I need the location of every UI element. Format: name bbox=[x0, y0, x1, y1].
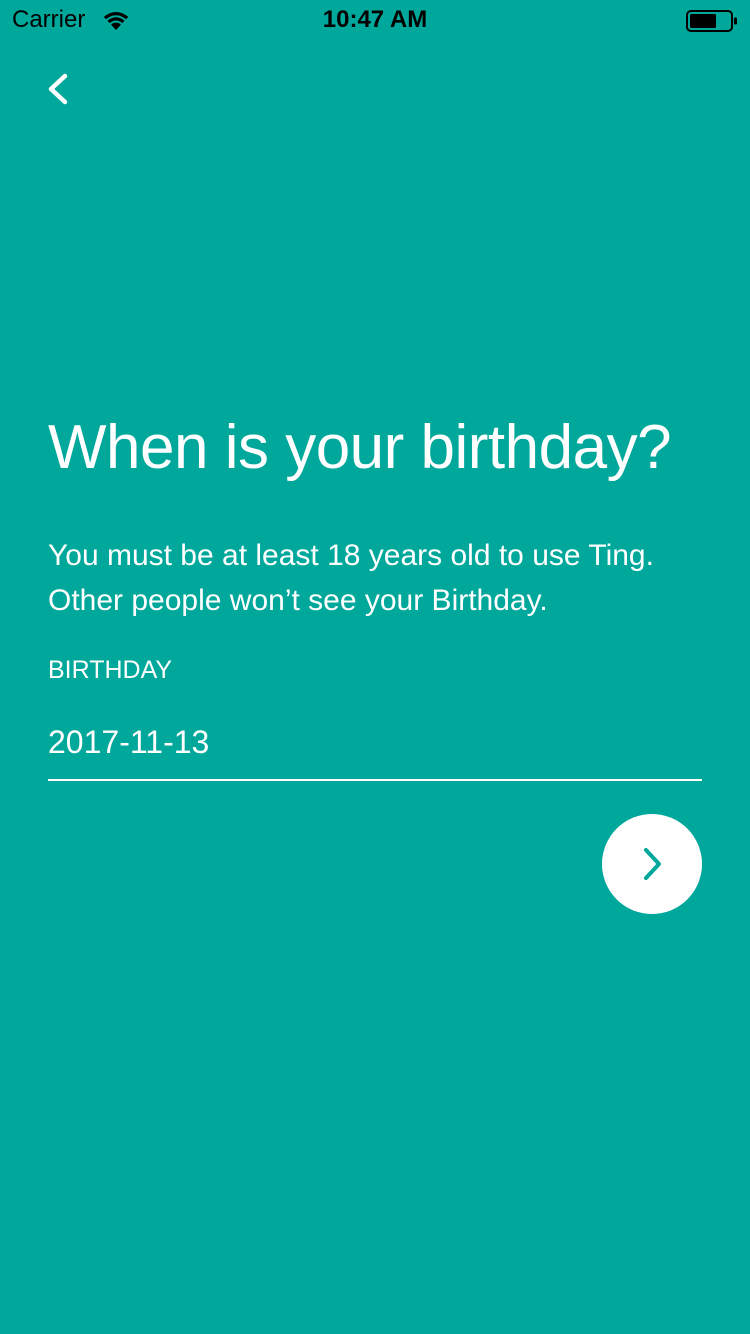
birthday-label: BIRTHDAY bbox=[48, 656, 173, 684]
chevron-right-icon bbox=[644, 848, 661, 880]
page-subtitle: You must be at least 18 years old to use… bbox=[48, 539, 654, 617]
birthday-field-underline bbox=[48, 779, 702, 781]
birthday-screen: Carrier 10:47 AM When is your birthday? … bbox=[0, 0, 750, 1334]
page-title: When is your birthday? bbox=[48, 413, 672, 482]
battery-icon bbox=[686, 10, 737, 32]
chevron-left-icon bbox=[48, 73, 68, 105]
status-bar: Carrier 10:47 AM bbox=[0, 0, 750, 40]
next-button[interactable] bbox=[602, 814, 702, 914]
back-button[interactable] bbox=[30, 62, 86, 118]
birthday-field[interactable]: 2017-11-13 bbox=[48, 722, 702, 762]
clock: 10:47 AM bbox=[322, 6, 428, 33]
